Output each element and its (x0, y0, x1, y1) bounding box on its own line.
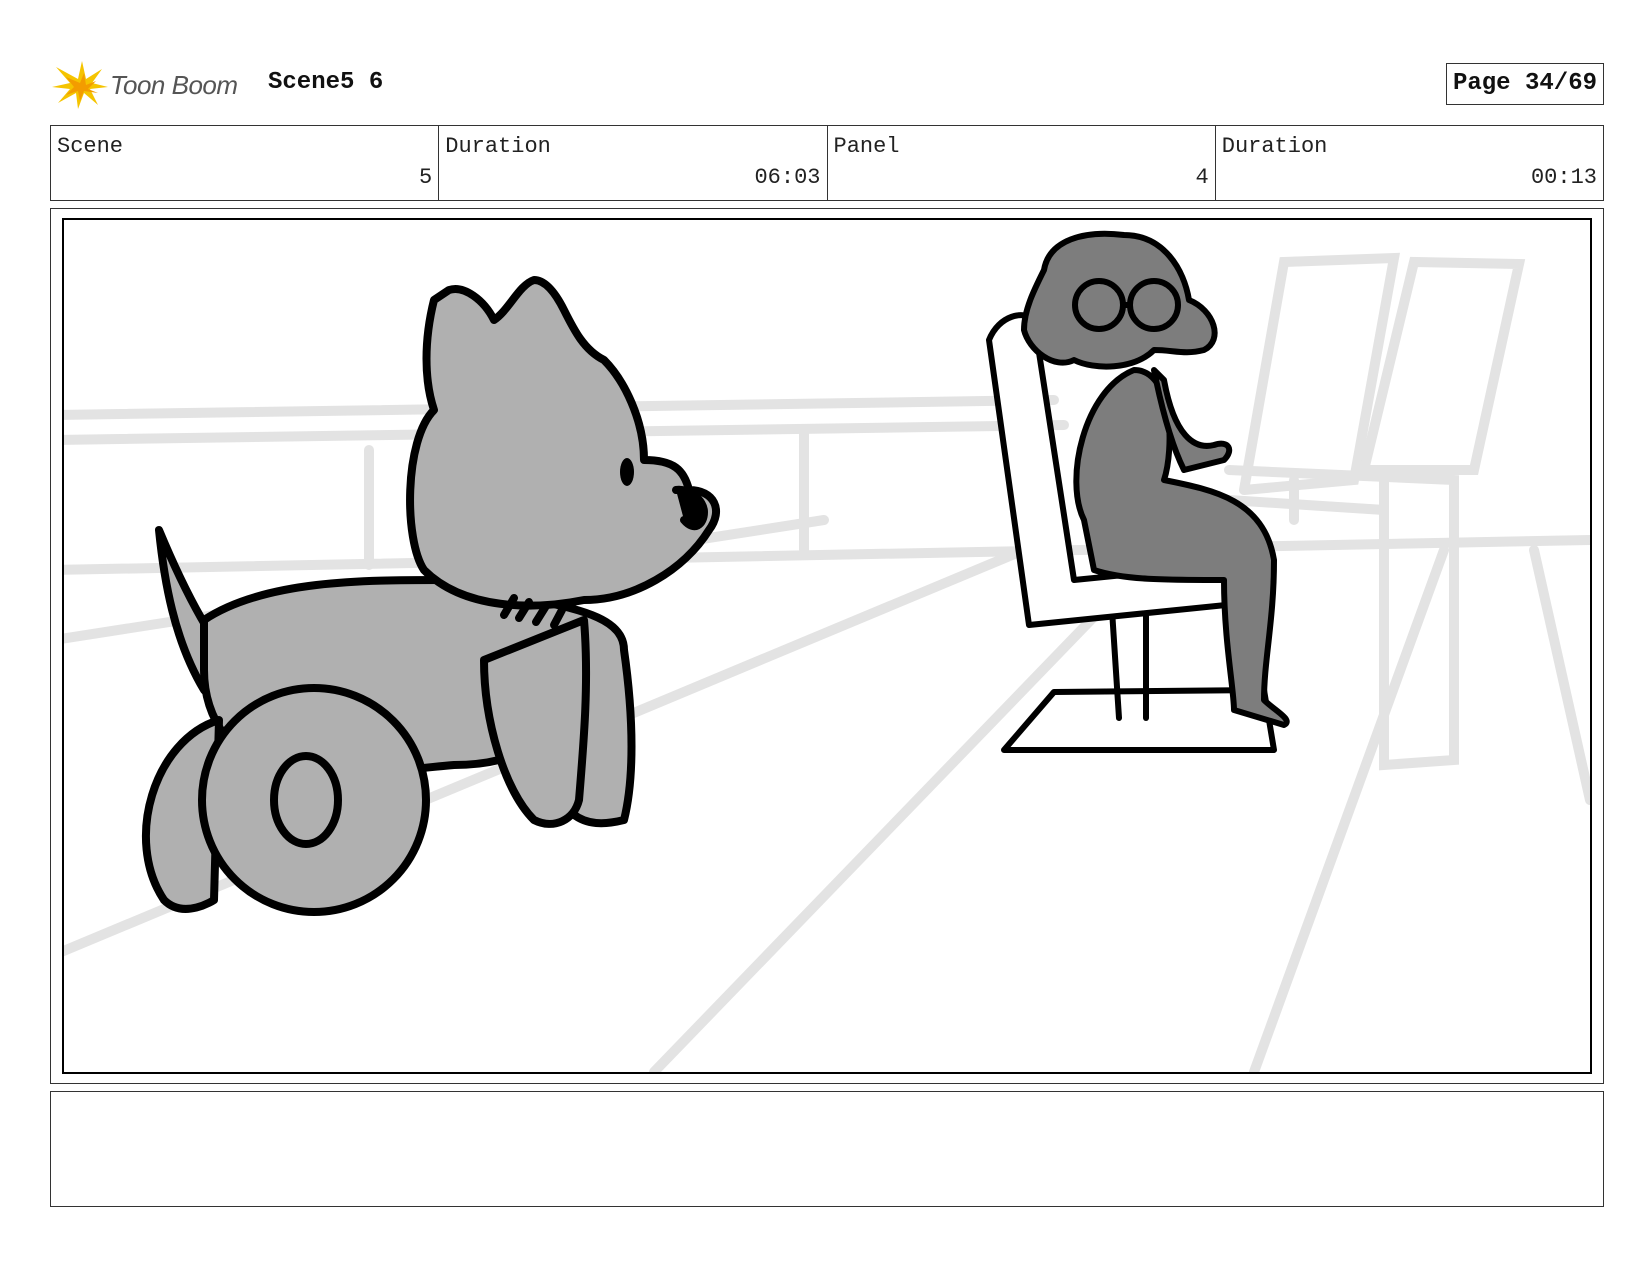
toon-boom-logo: Toon Boom (52, 59, 252, 111)
panel-notes-box[interactable] (50, 1091, 1604, 1207)
scene-duration-label: Duration (445, 134, 551, 159)
panel-value: 4 (1195, 165, 1209, 190)
dog-sketch (141, 276, 721, 916)
panel-duration-value: 00:13 (1530, 165, 1597, 190)
scene-value: 5 (419, 165, 433, 190)
logo-text: Toon Boom (110, 70, 238, 100)
scene-duration-cell: Duration 06:03 (439, 126, 828, 200)
panel-duration-cell: Duration 00:13 (1216, 126, 1603, 200)
panel-drawing-area (62, 218, 1592, 1074)
page-indicator: Page 34/69 (1445, 63, 1604, 105)
scene-duration-value: 06:03 (754, 165, 821, 190)
panel-cell: Panel 4 (828, 126, 1216, 200)
storyboard-panel-frame (50, 208, 1604, 1084)
starburst-logo-icon (52, 61, 108, 109)
storyboard-header: Toon Boom Scene5 6 Page 34/69 (50, 55, 1604, 115)
panel-sketch (64, 230, 1590, 1072)
scene-label: Scene (57, 134, 124, 159)
panel-duration-label: Duration (1221, 134, 1328, 159)
panel-info-table: Scene 5 Duration 06:03 Panel 4 Duration … (50, 125, 1604, 201)
panel-label: Panel (833, 134, 900, 159)
scene-title: Scene5 6 (268, 69, 384, 96)
scene-cell: Scene 5 (51, 126, 440, 200)
